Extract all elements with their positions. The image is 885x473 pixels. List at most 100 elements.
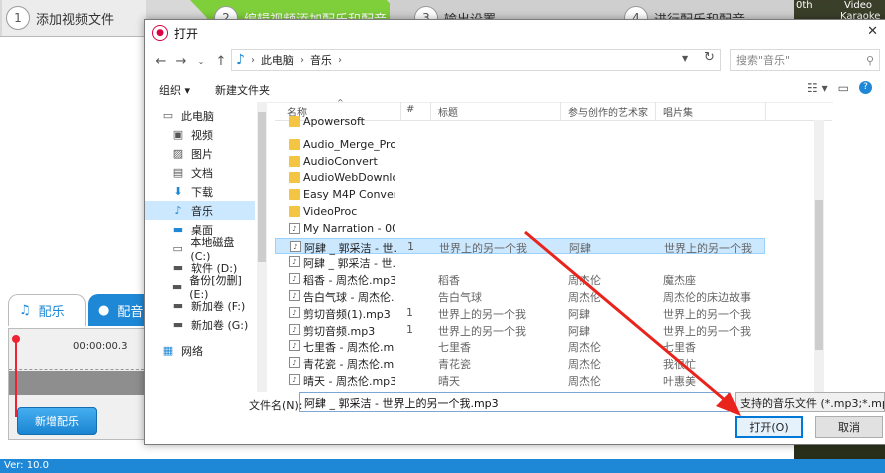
- folder-icon: [289, 116, 300, 127]
- music-folder-icon: ♪: [236, 52, 245, 68]
- file-row[interactable]: ♪My Narration - 00...: [275, 221, 765, 237]
- cell-name: 剪切音频(1).mp3: [303, 307, 391, 321]
- breadcrumb-music[interactable]: 音乐: [310, 52, 332, 68]
- nav-item-documents[interactable]: ▤ 文档: [145, 163, 255, 182]
- drive-icon: ▬: [172, 318, 184, 331]
- refresh-icon[interactable]: ↻: [704, 50, 715, 65]
- cell-name: 阿肆 _ 郭采洁 - 世...: [303, 257, 395, 271]
- cell-album: 世界上的另一个我: [664, 241, 752, 255]
- cell-name: My Narration - 00...: [303, 221, 395, 235]
- drive-icon: ▬: [172, 299, 184, 312]
- new-folder-button[interactable]: 新建文件夹: [215, 82, 270, 98]
- preview-pane-icon[interactable]: ▭: [838, 81, 849, 95]
- cancel-button[interactable]: 取消: [815, 416, 883, 438]
- close-icon[interactable]: ✕: [867, 24, 878, 39]
- filetype-select[interactable]: 支持的音乐文件 (*.mp3;*.mp2...: [735, 392, 885, 412]
- nav-item-drive-g[interactable]: ▬ 新加卷 (G:): [145, 315, 255, 334]
- tab-music[interactable]: ♫ 配乐: [8, 294, 86, 326]
- nav-item-music[interactable]: ♪ 音乐: [145, 201, 255, 220]
- cell-name: AudioConvert: [303, 154, 378, 168]
- file-row[interactable]: ♪ 阿肆 _ 郭采洁 - 世...: [275, 254, 765, 270]
- nav-item-label: 视频: [191, 128, 213, 142]
- nav-scrollbar-thumb[interactable]: [258, 112, 266, 262]
- up-arrow-icon[interactable]: ↑: [211, 54, 231, 69]
- cell-name: 稻香 - 周杰伦.mp3: [303, 274, 395, 288]
- nav-item-this-pc[interactable]: ▭ 此电脑: [145, 106, 255, 125]
- nav-item-drive-f[interactable]: ▬ 新加卷 (F:): [145, 296, 255, 315]
- command-bar: 组织 ▾ 新建文件夹 ☷ ▾ ▭ ?: [145, 76, 885, 103]
- cell-artist: 周杰伦: [568, 375, 601, 388]
- cell-name: VideoProc: [303, 205, 358, 218]
- folder-row[interactable]: Apowersoft: [275, 114, 765, 130]
- nav-item-label: 新加卷 (G:): [191, 318, 249, 332]
- file-row[interactable]: ♪青花瓷 - 周杰伦.mp3 青花瓷 周杰伦 我很忙: [275, 355, 765, 371]
- nav-scrollbar[interactable]: [257, 102, 267, 392]
- file-row[interactable]: ♪七里香 - 周杰伦.mp3 七里香 周杰伦 七里香: [275, 338, 765, 354]
- filename-input[interactable]: 阿肆 _ 郭采洁 - 世界上的另一个我.mp3: [299, 392, 729, 412]
- folder-row[interactable]: Easy M4P Convert...: [275, 187, 765, 203]
- breadcrumb-this-pc[interactable]: 此电脑: [261, 52, 294, 68]
- download-icon: ⬇: [173, 185, 183, 198]
- column-divider[interactable]: [765, 102, 766, 120]
- file-list-scrollbar[interactable]: [814, 120, 824, 392]
- timeline-time: 00:00:00.3: [73, 341, 128, 352]
- nav-item-pictures[interactable]: ▨ 图片: [145, 144, 255, 163]
- dialog-title: 打开: [174, 26, 199, 41]
- audio-tabs: ♫ 配乐 ● 配音: [8, 294, 158, 328]
- playhead[interactable]: [15, 337, 17, 417]
- audio-file-icon: ♪: [290, 240, 301, 252]
- file-list-scrollbar-thumb[interactable]: [815, 200, 823, 350]
- breadcrumb-separator-icon: ›: [250, 54, 255, 66]
- file-row[interactable]: ♪ 剪切音频.mp3 1 世界上的另一个我 阿肆 世界上的另一个我: [275, 322, 765, 338]
- nav-item-network[interactable]: ▦ 网络: [145, 341, 255, 360]
- address-dropdown-icon[interactable]: ▼: [682, 54, 688, 63]
- help-icon[interactable]: ?: [859, 81, 872, 94]
- audio-file-icon: ♪: [289, 340, 300, 352]
- organize-button[interactable]: 组织 ▾: [159, 82, 190, 98]
- nav-item-label: 音乐: [191, 204, 213, 218]
- cell-title: 世界上的另一个我: [439, 241, 527, 255]
- file-row[interactable]: ♪ 告白气球 - 周杰伦... 告白气球 周杰伦 周杰伦的床边故事: [275, 288, 765, 304]
- file-row[interactable]: ♪ 晴天 - 周杰伦.mp3 晴天 周杰伦 叶惠美: [275, 372, 765, 388]
- search-input[interactable]: 搜索"音乐" ⚲: [730, 49, 880, 71]
- picture-icon: ▨: [172, 147, 184, 160]
- nav-item-downloads[interactable]: ⬇ 下载: [145, 182, 255, 201]
- nav-item-drive-c[interactable]: ▭ 本地磁盘 (C:): [145, 236, 255, 263]
- filename-label: 文件名(N):: [249, 399, 303, 412]
- folder-row[interactable]: VideoProc: [275, 204, 765, 220]
- nav-item-videos[interactable]: ▣ 视频: [145, 125, 255, 144]
- file-row[interactable]: ♪ 稻香 - 周杰伦.mp3 稻香 周杰伦 魔杰座: [275, 271, 765, 287]
- audio-file-icon: ♪: [289, 357, 300, 369]
- cell-album: 七里香: [663, 341, 696, 355]
- thumb-text-2: Video: [844, 0, 873, 11]
- playhead-handle[interactable]: [12, 335, 20, 343]
- folder-row[interactable]: AudioWebDownlo...: [275, 170, 765, 186]
- cell-artist: 阿肆: [568, 324, 590, 338]
- back-arrow-icon[interactable]: ←: [151, 54, 171, 69]
- folder-row[interactable]: AudioConvert: [275, 154, 765, 170]
- nav-item-drive-e[interactable]: ▬ 备份[勿删] (E:): [145, 274, 255, 301]
- file-row[interactable]: ♪ 剪切音频(1).mp3 1 世界上的另一个我 阿肆 世界上的另一个我: [275, 305, 765, 321]
- nav-item-label: 此电脑: [181, 109, 214, 123]
- timeline-ruler: [9, 355, 149, 370]
- cell-name: 剪切音频.mp3: [303, 324, 376, 338]
- cell-name: Easy M4P Convert...: [303, 188, 395, 202]
- cell-title: 世界上的另一个我: [438, 324, 526, 338]
- recent-chevron-icon[interactable]: ⌄: [191, 57, 211, 66]
- music-track[interactable]: [9, 371, 149, 395]
- file-row[interactable]: ♪ 阿肆 _ 郭采洁 - 世... 1 世界上的另一个我 阿肆 世界上的另一个我: [275, 237, 765, 255]
- forward-arrow-icon[interactable]: →: [171, 54, 191, 69]
- cell-artist: 阿肆: [569, 241, 591, 255]
- timeline-panel: 00:00:00.3 新增配乐: [8, 328, 150, 440]
- open-button[interactable]: 打开(O): [735, 416, 803, 438]
- cell-name: 晴天 - 周杰伦.mp3: [303, 375, 395, 388]
- view-options-icon[interactable]: ☷ ▾: [807, 81, 828, 95]
- cell-artist: 周杰伦: [568, 358, 601, 372]
- step-1[interactable]: 1 添加视频文件: [2, 0, 146, 36]
- music-note-icon: ♫: [19, 303, 31, 318]
- add-music-button[interactable]: 新增配乐: [17, 407, 97, 435]
- address-box[interactable]: ♪ › 此电脑 › 音乐 ›: [231, 49, 721, 71]
- folder-row[interactable]: Audio_Merge_Pro...: [275, 137, 765, 153]
- cell-title: 七里香: [438, 341, 471, 355]
- breadcrumb-separator-icon: ›: [337, 54, 342, 66]
